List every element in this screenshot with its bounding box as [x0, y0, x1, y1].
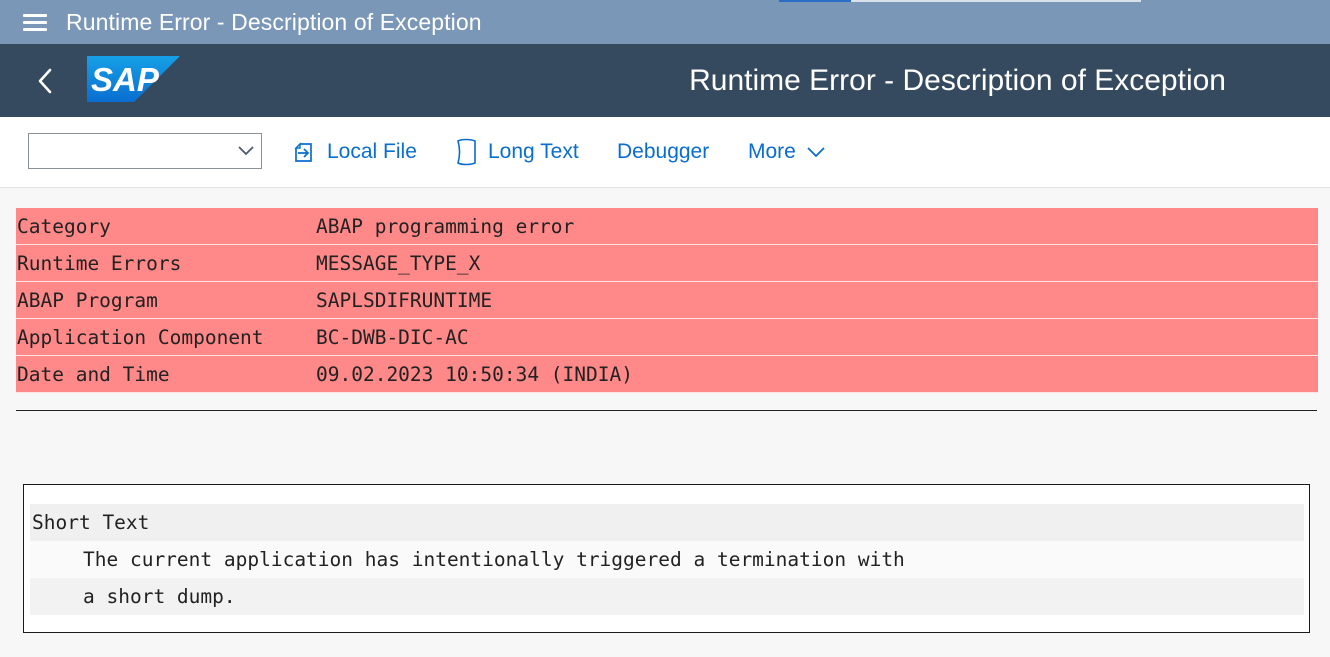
- title-bar-tab-indicator: [779, 0, 851, 2]
- info-value: SAPLSDIFRUNTIME: [316, 289, 493, 312]
- info-label: Application Component: [17, 326, 264, 349]
- local-file-label: Local File: [327, 140, 417, 163]
- long-text-label: Long Text: [488, 140, 579, 163]
- window-title: Runtime Error - Description of Exception: [66, 9, 482, 35]
- export-file-icon: [294, 142, 312, 162]
- more-button[interactable]: More: [748, 137, 826, 167]
- info-value: BC-DWB-DIC-AC: [316, 326, 469, 349]
- info-row-date-and-time: Date and Time 09.02.2023 10:50:34 (INDIA…: [16, 356, 1318, 393]
- long-text-button[interactable]: Long Text: [454, 137, 579, 167]
- info-value: ABAP programming error: [316, 215, 575, 238]
- info-row-abap-program: ABAP Program SAPLSDIFRUNTIME: [16, 282, 1318, 319]
- chevron-left-icon: [38, 68, 52, 94]
- chevron-down-icon[interactable]: [237, 144, 255, 158]
- more-label: More: [748, 140, 796, 163]
- dump-header-table: Category ABAP programming error Runtime …: [16, 208, 1318, 393]
- info-label: Runtime Errors: [17, 252, 182, 275]
- page-title: Runtime Error - Description of Exception: [689, 64, 1226, 97]
- local-file-button[interactable]: Local File: [293, 137, 417, 167]
- debugger-button[interactable]: Debugger: [617, 137, 709, 167]
- info-row-application-component: Application Component BC-DWB-DIC-AC: [16, 319, 1318, 356]
- window-title-bar: Runtime Error - Description of Exception: [0, 0, 1330, 44]
- info-row-runtime-errors: Runtime Errors MESSAGE_TYPE_X: [16, 245, 1318, 282]
- document-icon: [457, 138, 476, 166]
- debugger-label: Debugger: [617, 140, 710, 163]
- title-bar-tab-track: [851, 0, 1141, 2]
- shell-header: SAP Runtime Error - Description of Excep…: [0, 44, 1330, 117]
- short-text-line: The current application has intentionall…: [30, 541, 1304, 578]
- back-button[interactable]: [30, 66, 60, 96]
- info-value: MESSAGE_TYPE_X: [316, 252, 481, 275]
- svg-text:SAP: SAP: [91, 61, 160, 98]
- chevron-down-icon: [807, 147, 825, 158]
- short-text-line: a short dump.: [30, 578, 1304, 615]
- info-label: Category: [17, 215, 111, 238]
- info-label: ABAP Program: [17, 289, 158, 312]
- hamburger-menu-icon[interactable]: [23, 13, 47, 31]
- info-value: 09.02.2023 10:50:34 (INDIA): [316, 363, 633, 386]
- short-text-panel: Short Text The current application has i…: [23, 484, 1310, 633]
- info-row-category: Category ABAP programming error: [16, 208, 1318, 245]
- info-label: Date and Time: [17, 363, 170, 386]
- short-text-heading: Short Text: [30, 504, 1304, 541]
- application-toolbar: Local File Long Text Debugger More: [0, 117, 1330, 188]
- okcode-combo-box[interactable]: [28, 133, 262, 169]
- divider: [16, 410, 1317, 411]
- sap-logo: SAP: [87, 56, 180, 102]
